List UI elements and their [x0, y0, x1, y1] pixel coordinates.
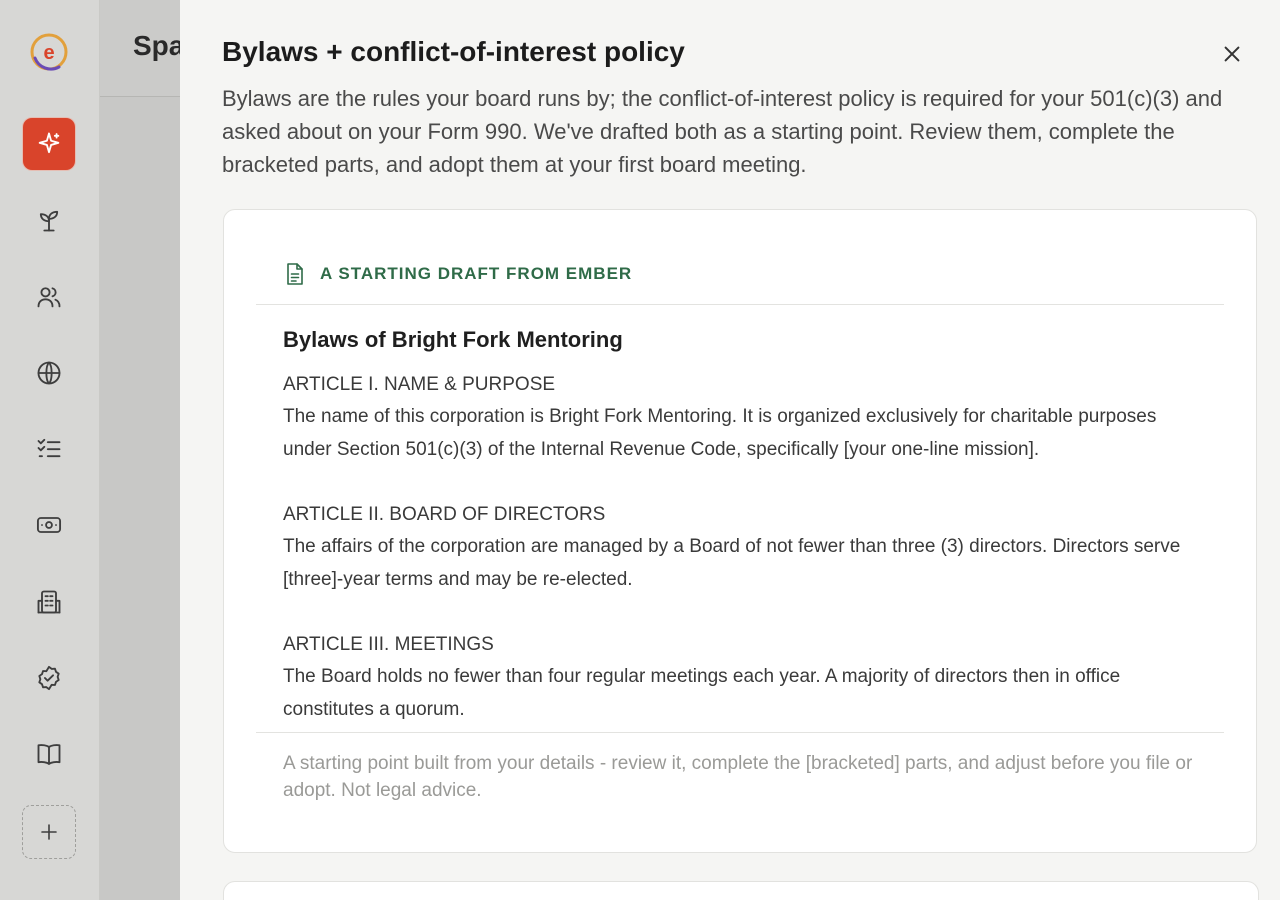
- seedling-icon: [39, 210, 59, 232]
- badge-check-icon: [38, 665, 60, 691]
- close-icon: [1224, 46, 1240, 62]
- svg-text:e: e: [43, 42, 54, 64]
- rail-item-compliance[interactable]: [22, 651, 76, 705]
- ember-logo-icon: e: [30, 33, 68, 71]
- article-1: ARTICLE I. NAME & PURPOSE The name of th…: [283, 372, 1203, 466]
- rail-item-tasks[interactable]: [22, 421, 76, 475]
- draft-card-label: A STARTING DRAFT FROM EMBER: [320, 264, 633, 283]
- rail-add-button[interactable]: [22, 805, 76, 859]
- background-page-title: Spa: [133, 30, 185, 61]
- next-card: [223, 881, 1259, 900]
- draft-card-header: A STARTING DRAFT FROM EMBER: [284, 262, 632, 286]
- draft-card: A STARTING DRAFT FROM EMBER Bylaws of Br…: [223, 209, 1257, 853]
- panel-title: Bylaws + conflict-of-interest policy: [222, 36, 685, 67]
- rail-item-funds[interactable]: [22, 498, 76, 552]
- article-heading: ARTICLE I. NAME & PURPOSE: [283, 374, 556, 395]
- article-2: ARTICLE II. BOARD OF DIRECTORS The affai…: [283, 502, 1203, 596]
- article-body: The Board holds no fewer than four regul…: [283, 666, 1121, 720]
- close-button[interactable]: [1216, 38, 1248, 70]
- app-logo[interactable]: e: [22, 25, 76, 79]
- money-icon: [36, 517, 62, 533]
- rail-item-people[interactable]: [22, 270, 76, 324]
- book-icon: [37, 744, 61, 765]
- globe-icon: [37, 361, 61, 385]
- document-icon: [287, 263, 303, 285]
- article-body: The name of this corporation is Bright F…: [283, 406, 1157, 460]
- building-icon: [37, 590, 61, 614]
- rail-item-ai[interactable]: [22, 117, 76, 171]
- document-title: Bylaws of Bright Fork Mentoring: [283, 327, 623, 352]
- checklist-icon: [37, 438, 61, 458]
- article-heading: ARTICLE II. BOARD OF DIRECTORS: [283, 504, 606, 525]
- bylaws-panel: Bylaws + conflict-of-interest policy Byl…: [180, 0, 1280, 900]
- panel-description: Bylaws are the rules your board runs by;…: [222, 86, 1223, 177]
- sidebar-rail: e: [0, 0, 100, 900]
- rail-item-library[interactable]: [22, 727, 76, 781]
- rail-item-grow[interactable]: [22, 193, 76, 247]
- article-body: The affairs of the corporation are manag…: [283, 536, 1181, 590]
- people-icon: [37, 287, 61, 308]
- rail-item-organization[interactable]: [22, 575, 76, 629]
- divider: [256, 304, 1224, 305]
- disclaimer-note: A starting point built from your details…: [283, 753, 1193, 801]
- sparkle-icon: [38, 132, 60, 154]
- plus-icon: [41, 824, 57, 840]
- article-3: ARTICLE III. MEETINGS The Board holds no…: [283, 632, 1203, 726]
- divider: [256, 732, 1224, 733]
- rail-item-web[interactable]: [22, 346, 76, 400]
- article-heading: ARTICLE III. MEETINGS: [283, 634, 494, 655]
